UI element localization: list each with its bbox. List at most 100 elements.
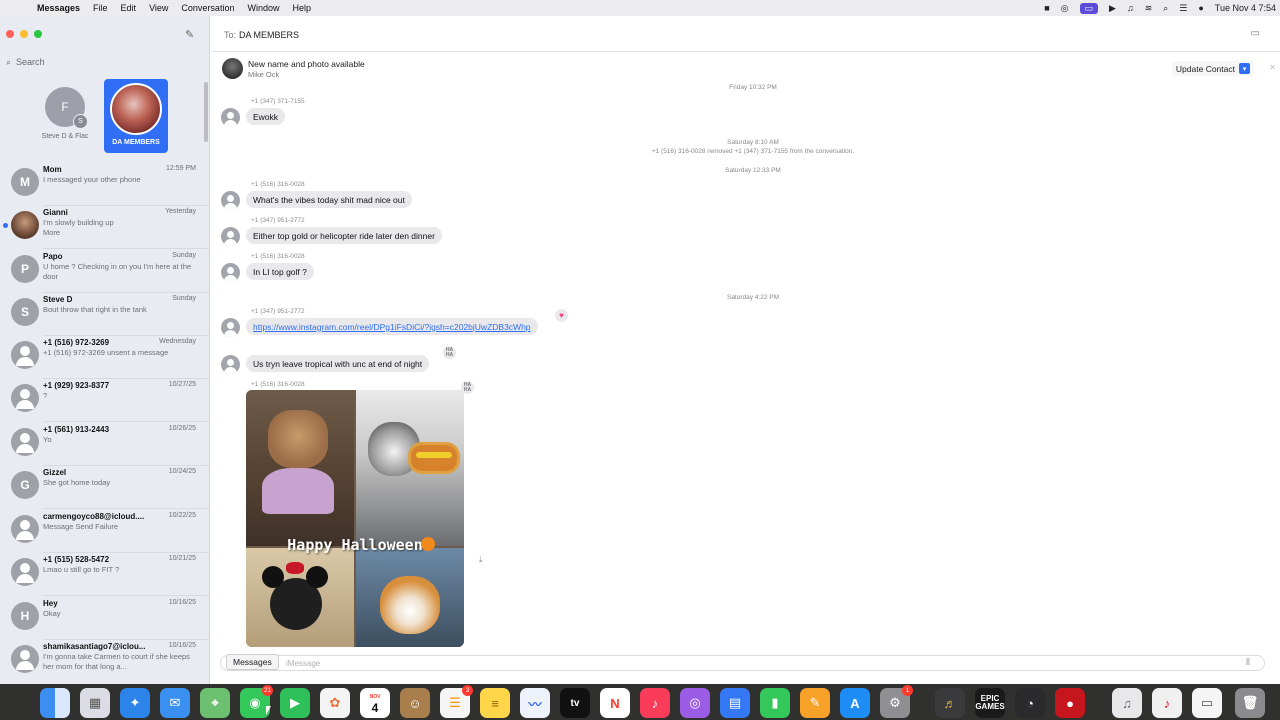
play-status-icon[interactable]: ▶ — [1109, 3, 1116, 14]
safari-icon[interactable]: ✦ — [120, 688, 150, 718]
maps-icon[interactable]: ⌖ — [200, 688, 230, 718]
conversation-item[interactable]: +1 (929) 923-8377 10/27/25 ? — [0, 379, 209, 422]
conversation-item[interactable]: P Papo Sunday U home ? Checking in on yo… — [0, 250, 209, 293]
document-icon[interactable]: ▭ — [1192, 688, 1222, 718]
to-field[interactable]: To: DA MEMBERS — [224, 30, 299, 40]
conversation-item[interactable]: +1 (561) 913-2443 10/26/25 Yo — [0, 423, 209, 466]
wifi-icon[interactable]: ≋ — [1145, 3, 1153, 14]
screen-mirroring-icon[interactable]: ▭ — [1079, 2, 1099, 14]
message-bubble[interactable]: Either top gold or helicopter ride later… — [246, 227, 442, 244]
headphones-icon[interactable]: ♫ — [1127, 3, 1134, 13]
conversation-item[interactable]: shamikasantiago7@iclou... 10/16/25 I'm g… — [0, 640, 209, 683]
conversation-preview: I messaged your other phone — [43, 175, 141, 184]
menu-clock[interactable]: Tue Nov 4 7:54 — [1215, 3, 1276, 13]
menu-messages[interactable]: Messages — [37, 3, 80, 13]
conversation-item[interactable]: carmengoyco88@icloud.... 10/22/25 Messag… — [0, 510, 209, 553]
search-input[interactable]: ⌕ Search — [2, 54, 208, 70]
sidebar-scrollbar[interactable] — [204, 82, 208, 142]
sender-label: +1 (516) 316-0028 — [251, 181, 305, 188]
reminders-icon[interactable]: ☰ 3 — [440, 685, 473, 718]
conversation-item[interactable]: G Gizzel 10/24/25 She got home today — [0, 466, 209, 509]
spotlight-icon[interactable]: ⌕ — [1163, 3, 1168, 14]
recorder-icon[interactable]: ● — [1055, 688, 1085, 718]
conversation-item[interactable]: +1 (515) 528-5472 10/21/25 Lmao u still … — [0, 553, 209, 596]
music-file-icon[interactable]: ♫ — [1112, 688, 1142, 718]
garageband-icon[interactable]: ♬ — [935, 688, 965, 718]
siri-icon[interactable]: ● — [1198, 3, 1203, 13]
dock: ▦ ✦ ✉ ⌖ ◉ 21 ▶ ✿ NOV 4 ☺ ☰ 3 ≡ 〰 tv N ♪ ◎ ▤… — [0, 684, 1280, 720]
avatar: P — [11, 255, 39, 283]
conversation-item[interactable]: H Hey 10/16/25 Okay — [0, 597, 209, 640]
app-store-icon[interactable]: A — [840, 688, 870, 718]
photo-attachment[interactable]: Happy Halloween — [246, 390, 464, 647]
audio-waveform-icon[interactable]: ⦀ — [1246, 657, 1250, 668]
conversation-preview: ? — [43, 391, 48, 400]
epic-games-icon[interactable]: EPIC GAMES — [975, 688, 1005, 718]
message-bubble[interactable]: In LI top golf ? — [246, 263, 314, 280]
menu-edit[interactable]: Edit — [121, 3, 137, 13]
close-window-button[interactable] — [6, 30, 14, 38]
launchpad-icon[interactable]: ▦ — [80, 688, 110, 718]
minimize-window-button[interactable] — [20, 30, 28, 38]
chevron-down-icon[interactable]: ▾ — [1239, 63, 1250, 74]
conversation-time: 10/24/25 — [168, 468, 196, 475]
apple-tv-icon[interactable]: tv — [560, 688, 590, 718]
news-icon[interactable]: N — [600, 688, 630, 718]
message-placeholder: iMessage — [286, 658, 321, 668]
pages-icon[interactable]: ✎ — [800, 688, 830, 718]
photos-icon[interactable]: ✿ — [320, 688, 350, 718]
menu-view[interactable]: View — [149, 3, 168, 13]
contacts-icon[interactable]: ☺ — [400, 688, 430, 718]
facetime-icon[interactable]: ▶ — [280, 688, 310, 718]
conversation-name: shamikasantiago7@iclou... — [43, 642, 146, 651]
unread-indicator — [3, 223, 8, 228]
message-link[interactable]: https://www.instagram.com/reel/DPg1iFsDi… — [246, 318, 538, 335]
menu-conversation[interactable]: Conversation — [181, 3, 234, 13]
conversation-name: Gizzel — [43, 468, 67, 477]
mail-icon[interactable]: ✉ — [160, 688, 190, 718]
person-avatar-icon — [11, 384, 39, 412]
conversation-name: Steve D — [43, 295, 73, 304]
conversation-item[interactable]: +1 (516) 972-3269 Wednesday +1 (516) 972… — [0, 336, 209, 379]
menu-file[interactable]: File — [93, 3, 108, 13]
compose-icon[interactable]: ✎ — [185, 28, 194, 41]
conversation-time: Sunday — [172, 295, 196, 302]
music-icon[interactable]: ♪ — [640, 688, 670, 718]
message-bubble[interactable]: Ewokk — [246, 108, 286, 125]
numbers-icon[interactable]: ▮ — [760, 688, 790, 718]
facetime-video-icon[interactable]: ▭ — [1251, 28, 1260, 39]
mp3-file-icon[interactable]: ♪ — [1152, 688, 1182, 718]
message-bubble[interactable]: Us tryn leave tropical with unc at end o… — [246, 355, 430, 372]
finder-icon[interactable] — [40, 688, 70, 718]
conversation-item[interactable]: S Steve D Sunday Bout throw that right i… — [0, 293, 209, 336]
message-input[interactable]: iMessage — [220, 655, 1265, 671]
system-settings-icon[interactable]: ⚙ 1 — [880, 685, 913, 718]
messages-badge: 21 — [262, 685, 273, 696]
save-attachment-icon[interactable]: ⤓ — [479, 555, 483, 565]
zoom-window-button[interactable] — [34, 30, 42, 38]
update-contact-button[interactable]: Update Contact ▾ — [1171, 61, 1254, 76]
notes-icon[interactable]: ≡ — [480, 688, 510, 718]
creative-cloud-icon[interactable]: ◎ — [1061, 3, 1069, 14]
conversation-item[interactable]: M Mom 12:59 PM I messaged your other pho… — [0, 163, 209, 206]
close-banner-icon[interactable]: ✕ — [1269, 63, 1276, 72]
person-avatar-icon — [11, 341, 39, 369]
conversation-name: Papo — [43, 252, 63, 261]
trash-icon[interactable]: 🗑 — [1235, 688, 1265, 718]
sidebar: ✎ ⌕ Search F S Steve D & Flac DA MEMBERS… — [0, 16, 210, 684]
keynote-icon[interactable]: ▤ — [720, 688, 750, 718]
conversation-item[interactable]: Gianni Yesterday I'm slowly building up … — [0, 206, 209, 249]
pinned-da-members[interactable]: DA MEMBERS — [104, 79, 168, 153]
haha-tapback-icon[interactable]: HA HA — [443, 346, 456, 359]
message-bubble[interactable]: What's the vibes today shit mad nice out — [246, 191, 412, 208]
podcasts-icon[interactable]: ◎ — [680, 688, 710, 718]
control-center-icon[interactable]: ☰ — [1179, 3, 1187, 14]
camera-status-icon[interactable]: ■ — [1044, 3, 1049, 13]
freeform-icon[interactable]: 〰 — [520, 688, 550, 718]
menu-window[interactable]: Window — [247, 3, 279, 13]
pinned-steve-flac[interactable]: F S Steve D & Flac — [33, 79, 97, 155]
heart-tapback-icon[interactable]: ♥ — [555, 309, 568, 322]
menu-help[interactable]: Help — [292, 3, 311, 13]
calendar-icon[interactable]: NOV 4 — [360, 688, 390, 718]
obs-icon[interactable]: ◔ — [1015, 688, 1045, 718]
